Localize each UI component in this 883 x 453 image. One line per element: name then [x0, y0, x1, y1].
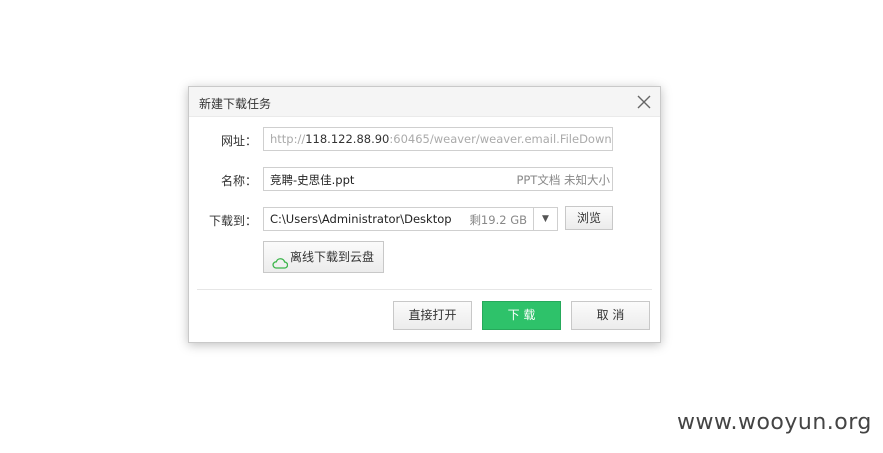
free-space: 剩19.2 GB	[469, 213, 527, 227]
url-label: 网址：	[220, 134, 257, 148]
save-path-select[interactable]: C:\Users\Administrator\Desktop 剩19.2 GB …	[263, 207, 558, 231]
dialog-titlebar: 新建下载任务	[189, 87, 660, 117]
dialog-title: 新建下载任务	[199, 97, 272, 111]
filename-value: 竞聘-史思佳.ppt	[270, 173, 355, 187]
download-button[interactable]: 下 载	[482, 301, 561, 330]
cloud-download-button[interactable]: 离线下载到云盘	[263, 241, 384, 273]
cloud-icon	[272, 251, 289, 281]
save-path-value: C:\Users\Administrator\Desktop	[270, 212, 452, 226]
file-type-size: PPT文档 未知大小	[516, 173, 610, 187]
url-prefix: http://	[270, 132, 306, 146]
path-label: 下载到：	[208, 214, 257, 228]
filename-field[interactable]: 竞聘-史思佳.ppt PPT文档 未知大小	[263, 167, 613, 191]
watermark-text: www.wooyun.org	[677, 410, 872, 435]
browse-button[interactable]: 浏览	[565, 206, 613, 230]
open-directly-button[interactable]: 直接打开	[393, 301, 472, 330]
url-field[interactable]: http://118.122.88.90:60465/weaver/weaver…	[263, 127, 613, 151]
cancel-button[interactable]: 取 消	[571, 301, 650, 330]
name-label: 名称：	[220, 174, 257, 188]
divider	[197, 289, 652, 290]
cloud-download-label: 离线下载到云盘	[290, 250, 375, 264]
url-host: 118.122.88.90	[305, 132, 390, 146]
chevron-down-icon[interactable]: ▼	[533, 208, 557, 230]
new-download-dialog: 新建下载任务 网址： http://118.122.88.90:60465/we…	[188, 86, 661, 343]
url-rest: :60465/weaver/weaver.email.FileDownloadL…	[389, 132, 612, 146]
close-icon[interactable]	[634, 92, 654, 112]
